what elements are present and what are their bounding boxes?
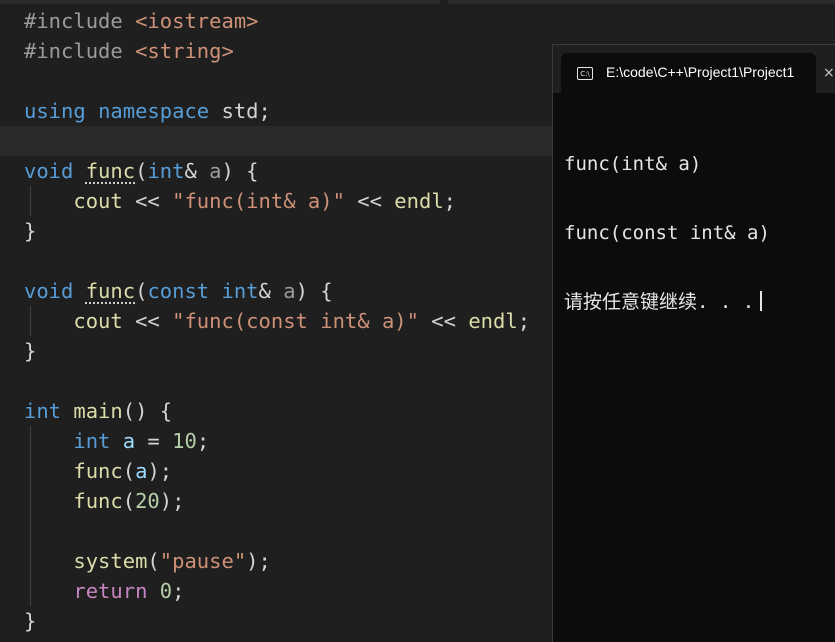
cmd-icon: C:\ bbox=[577, 67, 593, 80]
console-window[interactable]: C:\ E:\code\C++\Project1\Project1 × func… bbox=[552, 44, 835, 642]
code-token: a bbox=[135, 459, 148, 483]
console-output-line: 请按任意键继续. . . bbox=[564, 291, 770, 314]
code-line-text: cout << "func(int& a)" << endl; bbox=[24, 186, 456, 216]
code-token: <string> bbox=[135, 39, 234, 63]
code-token: ( bbox=[122, 489, 136, 513]
console-output: func(int& a) func(const int& a) 请按任意键继续.… bbox=[564, 107, 770, 360]
code-token: } bbox=[24, 339, 37, 363]
code-token: () { bbox=[122, 399, 173, 423]
code-token: main bbox=[73, 399, 123, 423]
console-tab[interactable]: C:\ E:\code\C++\Project1\Project1 bbox=[561, 53, 816, 93]
code-token: ; bbox=[517, 309, 531, 333]
code-line-text: } bbox=[24, 216, 36, 246]
code-token: ( bbox=[122, 459, 136, 483]
code-token: <iostream> bbox=[135, 9, 259, 33]
code-token: ( bbox=[135, 159, 148, 183]
code-line-text: void func(const int& a) { bbox=[24, 276, 333, 306]
code-token: int bbox=[24, 429, 123, 453]
code-token: cout bbox=[24, 309, 136, 333]
code-token: << bbox=[344, 189, 395, 213]
code-token: const bbox=[147, 279, 222, 303]
code-token: a bbox=[209, 159, 222, 183]
code-line-text: void func(int& a) { bbox=[24, 156, 259, 186]
console-output-text: 请按任意键继续. . . bbox=[564, 291, 755, 313]
code-token: ) { bbox=[221, 159, 259, 183]
close-icon[interactable]: × bbox=[823, 65, 835, 81]
code-token: ( bbox=[135, 279, 148, 303]
code-token: a bbox=[283, 279, 296, 303]
editor-tab-strip-segment bbox=[448, 0, 835, 4]
code-token: = bbox=[135, 429, 173, 453]
editor-tab-strip bbox=[0, 0, 835, 4]
code-token: ); bbox=[147, 459, 173, 483]
code-token: int bbox=[221, 279, 259, 303]
code-line-text: cout << "func(const int& a)" << endl; bbox=[24, 306, 530, 336]
console-tab-title: E:\code\C++\Project1\Project1 bbox=[606, 64, 795, 80]
code-line-text: #include <iostream> bbox=[24, 6, 259, 36]
code-token: func bbox=[85, 159, 136, 183]
code-line-text: func(20); bbox=[24, 486, 184, 516]
code-token: system bbox=[24, 549, 148, 573]
code-line-text: return 0; bbox=[24, 576, 184, 606]
indent-guide bbox=[30, 426, 31, 606]
code-token: ; bbox=[196, 429, 210, 453]
code-token: ; bbox=[258, 99, 271, 123]
code-token: func bbox=[85, 279, 136, 303]
code-line-text: int a = 10; bbox=[24, 426, 209, 456]
code-line-text: #include <string> bbox=[24, 36, 234, 66]
code-token: ( bbox=[147, 549, 160, 573]
code-token: int bbox=[24, 399, 74, 423]
console-titlebar: C:\ E:\code\C++\Project1\Project1 × bbox=[553, 45, 835, 93]
code-token: & bbox=[184, 159, 210, 183]
code-token: int bbox=[147, 159, 185, 183]
code-line-text: int main() { bbox=[24, 396, 172, 426]
code-token: using bbox=[24, 99, 99, 123]
code-line-text: } bbox=[24, 336, 36, 366]
code-token: "func(const int& a)" bbox=[172, 309, 419, 333]
code-token: endl bbox=[394, 189, 444, 213]
code-token: std bbox=[221, 99, 259, 123]
code-token: 10 bbox=[172, 429, 197, 453]
code-token: ); bbox=[159, 489, 185, 513]
code-token: ; bbox=[172, 579, 185, 603]
code-token: 0 bbox=[159, 579, 173, 603]
code-token: "pause" bbox=[159, 549, 247, 573]
code-line-text: } bbox=[24, 606, 36, 636]
code-token: << bbox=[418, 309, 469, 333]
code-token: #include bbox=[24, 9, 136, 33]
code-line-text: func(a); bbox=[24, 456, 172, 486]
code-token: ); bbox=[246, 549, 271, 573]
indent-guide bbox=[30, 306, 31, 336]
code-token: void bbox=[24, 279, 86, 303]
code-token: func bbox=[24, 459, 123, 483]
code-token: ) { bbox=[295, 279, 333, 303]
indent-guide bbox=[30, 186, 31, 216]
code-line-text: using namespace std; bbox=[24, 96, 271, 126]
code-token: 20 bbox=[135, 489, 160, 513]
code-token: func bbox=[24, 489, 123, 513]
code-token: } bbox=[24, 219, 37, 243]
code-token: cout bbox=[24, 189, 136, 213]
console-output-line: func(const int& a) bbox=[564, 222, 770, 244]
code-token: #include bbox=[24, 39, 136, 63]
code-token: endl bbox=[468, 309, 518, 333]
code-token: a bbox=[122, 429, 136, 453]
code-token: return bbox=[24, 579, 160, 603]
editor-tab-strip-segment bbox=[0, 0, 440, 4]
code-line-text: system("pause"); bbox=[24, 546, 271, 576]
text-cursor bbox=[760, 291, 762, 311]
code-token: "func(int& a)" bbox=[172, 189, 345, 213]
code-line[interactable]: #include <iostream> bbox=[0, 6, 835, 36]
code-token: } bbox=[24, 609, 37, 633]
console-output-line: func(int& a) bbox=[564, 153, 702, 175]
code-token: << bbox=[135, 189, 173, 213]
code-token: & bbox=[258, 279, 284, 303]
code-token: ; bbox=[443, 189, 457, 213]
code-token: << bbox=[135, 309, 173, 333]
code-token: namespace bbox=[98, 99, 222, 123]
code-token: void bbox=[24, 159, 86, 183]
